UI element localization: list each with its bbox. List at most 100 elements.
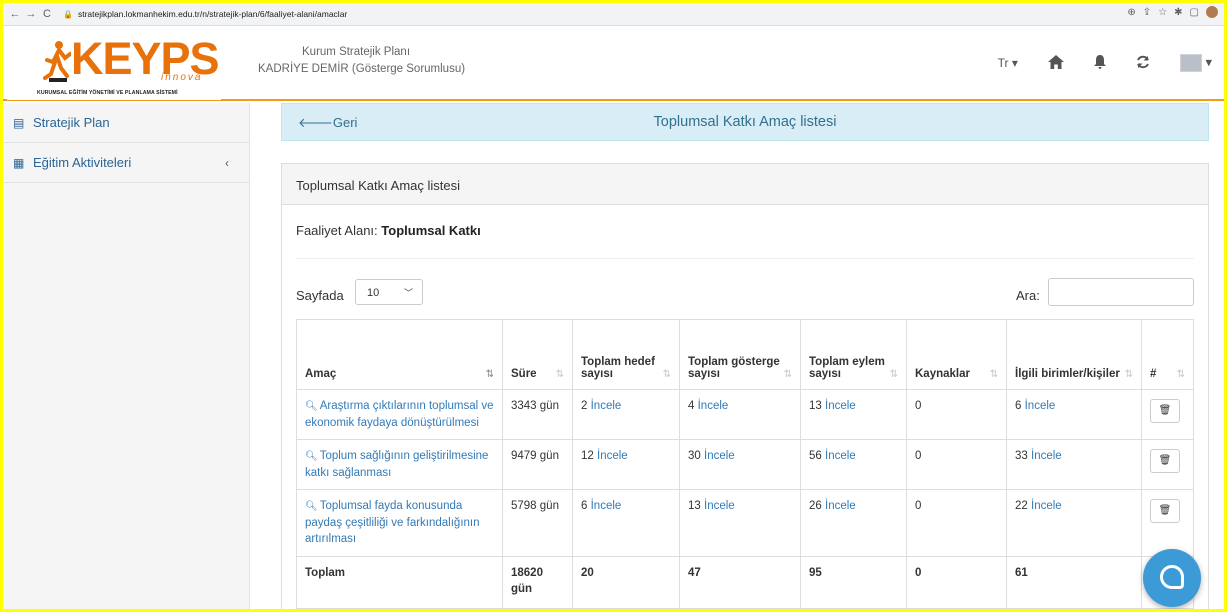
search-icon: 🔍︎: [305, 501, 318, 512]
delete-button[interactable]: 🗑: [1150, 399, 1180, 423]
hedef-incele-link[interactable]: İncele: [591, 400, 622, 412]
delete-button[interactable]: 🗑: [1150, 449, 1180, 473]
eylem-incele-link[interactable]: İncele: [825, 500, 856, 512]
panel-heading: Toplumsal Katkı Amaç listesi: [282, 164, 1208, 205]
eylem-count: 26: [809, 500, 822, 512]
sort-icon: ⇅: [1176, 369, 1185, 380]
page-title: Toplumsal Katkı Amaç listesi: [653, 114, 837, 130]
divider: [296, 258, 1194, 259]
logo-subtitle: innova: [161, 72, 203, 83]
amac-link[interactable]: 🔍︎ Toplum sağlığının geliştirilmesine kat…: [305, 450, 488, 479]
home-icon[interactable]: [1047, 54, 1064, 72]
gosterge-incele-link[interactable]: İncele: [698, 400, 729, 412]
language-label: Tr: [997, 56, 1009, 70]
hedef-count: 6: [581, 500, 588, 512]
eylem-incele-link[interactable]: İncele: [825, 400, 856, 412]
user-info: Kurum Stratejik Planı KADRİYE DEMİR (Gös…: [258, 44, 465, 78]
share-icon[interactable]: ⇪: [1143, 7, 1151, 18]
trash-icon: 🗑: [1158, 405, 1172, 416]
kaynak-cell: 0: [906, 489, 1007, 557]
bookmark-star-icon[interactable]: ☆: [1158, 7, 1167, 18]
lock-icon: 🔒: [63, 9, 73, 19]
trash-icon: 🗑: [1158, 455, 1172, 466]
column-header-gosterge[interactable]: Toplam gösterge sayısı ⇅: [679, 319, 801, 390]
sure-cell: 3343 gün: [502, 389, 573, 440]
table-row: 🔍︎ Toplumsal fayda konusunda paydaş çeşit…: [296, 489, 1194, 557]
chat-bubble-icon: [1160, 565, 1184, 589]
table-icon: ▤: [13, 115, 25, 130]
column-header-kaynaklar[interactable]: Kaynaklar ⇅: [906, 319, 1007, 390]
total-gosterge: 47: [679, 556, 801, 609]
column-header-amac[interactable]: Amaç ⇅: [296, 319, 503, 390]
birim-count: 33: [1015, 450, 1028, 462]
sidebar-item-stratejik-plan[interactable]: ▤ Stratejik Plan: [3, 103, 249, 143]
sort-icon: ⇅: [989, 369, 998, 380]
chat-launcher-button[interactable]: [1143, 549, 1201, 607]
extensions-icon[interactable]: ✱: [1174, 7, 1182, 18]
birim-count: 6: [1015, 400, 1022, 412]
back-label: Geri: [332, 115, 358, 130]
gosterge-incele-link[interactable]: İncele: [704, 500, 735, 512]
birim-incele-link[interactable]: İncele: [1031, 450, 1062, 462]
forward-arrow-icon[interactable]: →: [23, 8, 39, 20]
birim-incele-link[interactable]: İncele: [1025, 400, 1056, 412]
eylem-incele-link[interactable]: İncele: [825, 450, 856, 462]
table-header-row: Amaç ⇅ Süre ⇅ Toplam hedef sayısı ⇅ Toplam …: [296, 319, 1194, 390]
amac-list-panel: Toplumsal Katkı Amaç listesi Faaliyet Al…: [281, 163, 1209, 609]
chevron-left-icon[interactable]: ‹: [225, 156, 229, 170]
faaliyet-alani: Faaliyet Alanı: Toplumsal Katkı: [296, 223, 481, 238]
kaynak-cell: 0: [906, 439, 1007, 490]
sort-icon: ⇅: [783, 369, 792, 380]
search-icon: 🔍︎: [305, 451, 318, 462]
column-header-sure[interactable]: Süre ⇅: [502, 319, 573, 390]
delete-button[interactable]: 🗑: [1150, 499, 1180, 523]
total-sure: 18620 gün: [502, 556, 573, 609]
column-header-eylem[interactable]: Toplam eylem sayısı ⇅: [800, 319, 907, 390]
address-bar[interactable]: 🔒 stratejikplan.lokmanhekim.edu.tr/n/str…: [63, 9, 347, 19]
chevron-down-icon: ﹀: [403, 288, 413, 298]
column-header-hedef[interactable]: Toplam hedef sayısı ⇅: [572, 319, 680, 390]
hedef-count: 12: [581, 450, 594, 462]
user-menu[interactable]: ▾: [1179, 54, 1212, 72]
language-dropdown[interactable]: Tr ▾: [998, 56, 1018, 70]
refresh-icon[interactable]: [1136, 55, 1150, 72]
gosterge-incele-link[interactable]: İncele: [704, 450, 735, 462]
bell-icon[interactable]: [1093, 54, 1106, 72]
browser-frame: ← → C 🔒 stratejikplan.lokmanhekim.edu.tr…: [0, 0, 1227, 612]
back-link[interactable]: 🡐Geri: [298, 115, 357, 131]
total-birim: 61: [1006, 556, 1142, 609]
hedef-incele-link[interactable]: İncele: [597, 450, 628, 462]
user-avatar: [1179, 54, 1202, 72]
search-icon: 🔍︎: [305, 401, 318, 412]
total-eylem: 95: [800, 556, 907, 609]
hedef-count: 2: [581, 400, 588, 412]
column-header-birimler[interactable]: İlgili birimler/kişiler ⇅: [1006, 319, 1142, 390]
birim-incele-link[interactable]: İncele: [1031, 500, 1062, 512]
sidebar-item-egitim-aktiviteleri[interactable]: ▦ Eğitim Aktiviteleri ‹: [3, 143, 249, 183]
amac-link[interactable]: 🔍︎ Araştırma çıktılarının toplumsal ve ek…: [305, 400, 494, 429]
zoom-icon[interactable]: ⊕: [1127, 7, 1135, 18]
header-actions: Tr ▾ ▾: [998, 54, 1212, 72]
search-input[interactable]: [1048, 278, 1194, 306]
column-header-actions[interactable]: # ⇅: [1141, 319, 1194, 390]
hedef-incele-link[interactable]: İncele: [591, 500, 622, 512]
page-length-value: 10: [367, 287, 380, 299]
sort-icon: ⇅: [662, 369, 671, 380]
page-length-select[interactable]: 10 ﹀: [355, 279, 423, 305]
amac-link[interactable]: 🔍︎ Toplumsal fayda konusunda paydaş çeşit…: [305, 500, 480, 545]
sort-asc-icon: ⇅: [485, 369, 494, 380]
reload-icon[interactable]: C: [39, 8, 55, 20]
gosterge-count: 13: [688, 500, 701, 512]
back-arrow-icon[interactable]: ←: [7, 8, 23, 20]
table-row: 🔍︎ Araştırma çıktılarının toplumsal ve ek…: [296, 389, 1194, 440]
address-bar-url: stratejikplan.lokmanhekim.edu.tr/n/strat…: [77, 9, 348, 19]
logo-caption: KURUMSAL EĞİTİM YÖNETİMİ VE PLANLAMA SİS…: [37, 90, 178, 96]
grid-icon: ▦: [13, 155, 25, 170]
sure-cell: 5798 gün: [502, 489, 573, 557]
window-icon[interactable]: ▢: [1190, 7, 1199, 18]
gosterge-count: 4: [688, 400, 695, 412]
sort-icon: ⇅: [1124, 369, 1133, 380]
keyps-logo[interactable]: KEYPS innova KURUMSAL EĞİTİM YÖNETİMİ VE…: [7, 28, 221, 100]
eylem-count: 13: [809, 400, 822, 412]
browser-profile-avatar[interactable]: [1206, 6, 1218, 18]
